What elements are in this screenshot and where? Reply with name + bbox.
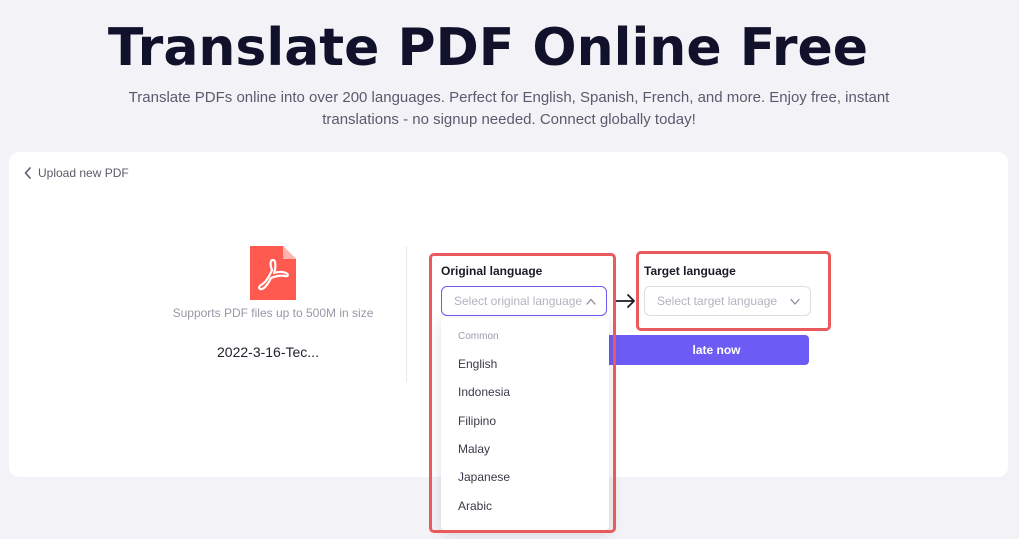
upload-new-pdf-link[interactable]: Upload new PDF — [24, 166, 129, 180]
section-divider — [406, 246, 407, 382]
chevron-up-icon — [586, 298, 596, 305]
original-language-dropdown: Common English Indonesia Filipino Malay … — [441, 318, 609, 530]
target-language-label: Target language — [644, 264, 736, 278]
language-option-indonesia[interactable]: Indonesia — [441, 378, 609, 406]
language-option-arabic[interactable]: Arabic — [441, 492, 609, 520]
dropdown-group-header: Common — [458, 331, 499, 342]
chevron-down-icon — [790, 298, 800, 305]
arrow-right-icon — [615, 294, 635, 308]
translate-now-label: late now — [692, 343, 741, 357]
upload-new-pdf-label: Upload new PDF — [38, 166, 129, 180]
chevron-left-icon — [24, 167, 31, 179]
translate-now-button[interactable]: late now — [600, 335, 809, 365]
page-subtitle: Translate PDFs online into over 200 lang… — [100, 87, 918, 131]
page-title: Translate PDF Online Free — [107, 18, 869, 78]
language-option-malay[interactable]: Malay — [441, 435, 609, 463]
target-language-placeholder: Select target language — [657, 294, 778, 308]
original-language-label: Original language — [441, 264, 543, 278]
subtitle-line-2: translations - no signup needed. Connect… — [322, 111, 696, 128]
pdf-file-icon — [250, 246, 296, 300]
original-language-select[interactable]: Select original language — [441, 286, 607, 316]
language-option-english[interactable]: English — [441, 350, 609, 378]
original-language-placeholder: Select original language — [454, 294, 582, 308]
subtitle-line-1: Translate PDFs online into over 200 lang… — [128, 89, 890, 106]
file-size-note: Supports PDF files up to 500M in size — [172, 306, 374, 320]
target-language-select[interactable]: Select target language — [644, 286, 811, 316]
uploaded-file-name: 2022-3-16-Tec... — [217, 344, 319, 360]
language-option-filipino[interactable]: Filipino — [441, 407, 609, 435]
language-option-japanese[interactable]: Japanese — [441, 463, 609, 491]
